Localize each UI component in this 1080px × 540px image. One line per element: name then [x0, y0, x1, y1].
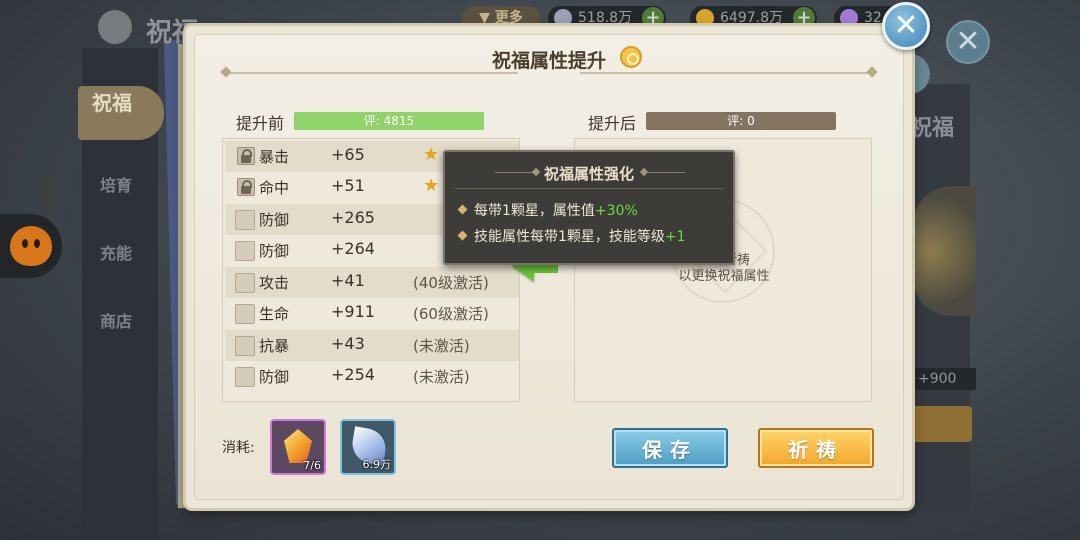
star-icon: ★: [423, 175, 440, 196]
attribute-note: (60级激活): [413, 305, 489, 323]
attribute-value: +41: [331, 271, 365, 290]
after-hint-line2: 以更换祝福属性: [678, 269, 770, 284]
crystal-icon: [284, 429, 312, 463]
attribute-name: 抗暴: [259, 337, 290, 355]
divider: [580, 72, 872, 74]
divider: [226, 72, 518, 74]
lock-checkbox[interactable]: [235, 210, 255, 230]
tooltip-item-value: +1: [664, 229, 686, 245]
before-score-bar: 评: 4815: [294, 112, 484, 130]
lock-icon[interactable]: [237, 147, 255, 165]
lock-checkbox[interactable]: [235, 304, 255, 324]
nav-item-label: 祝福: [92, 91, 132, 115]
attribute-value: +51: [331, 176, 365, 195]
after-label: 提升后: [588, 114, 637, 133]
cost-label: 消耗:: [222, 440, 255, 456]
cost-item-leaf[interactable]: 6.9万: [340, 419, 396, 475]
attribute-note: (未激活): [413, 337, 470, 355]
nav-item-cultivate[interactable]: 培育: [100, 172, 132, 196]
attribute-note: (未激活): [413, 368, 470, 386]
before-score-text: 评: 4815: [363, 114, 415, 128]
close-icon: ✕: [946, 20, 990, 64]
tooltip-ornament: [645, 172, 685, 173]
tooltip-blessing-enhance: 祝福属性强化 每带1颗星，属性值+30% 技能属性每带1颗星，技能等级+1: [443, 150, 735, 265]
resource-value: 518.8万: [578, 10, 633, 26]
attribute-row[interactable]: 攻击 +41 (40级激活): [225, 267, 519, 298]
cost-item-crystal[interactable]: 7/6: [270, 419, 326, 475]
emblem-icon: [912, 186, 976, 316]
attribute-note: (40级激活): [413, 274, 489, 292]
attribute-row[interactable]: 防御 +254 (未激活): [225, 361, 519, 392]
tooltip-item-text: 技能属性每带1颗星，技能等级: [474, 229, 665, 245]
tooltip-title: 祝福属性强化: [543, 165, 634, 183]
after-score-bar: 评: 0: [646, 112, 836, 130]
cost-count: 7/6: [303, 459, 321, 472]
before-label: 提升前: [236, 114, 285, 133]
resource-value: 32: [864, 10, 882, 26]
right-panel-title: 祝福: [910, 116, 955, 141]
pray-button[interactable]: 祈祷: [758, 428, 874, 468]
info-coin-icon[interactable]: [620, 46, 642, 68]
tree-icon: [98, 10, 132, 44]
dialog-title: 祝福属性提升: [491, 50, 606, 72]
resource-value: 6497.8万: [720, 10, 783, 26]
after-score-text: 评: 0: [727, 114, 755, 128]
right-panel-value: +900: [914, 368, 976, 390]
attribute-value: +911: [331, 302, 375, 321]
attribute-value: +264: [331, 239, 375, 258]
attribute-name: 攻击: [259, 274, 290, 292]
gold-icon: [696, 9, 714, 27]
attribute-name: 防御: [259, 242, 290, 260]
attribute-value: +43: [331, 334, 365, 353]
tooltip-divider: [455, 188, 723, 189]
bullet-icon: [457, 230, 468, 241]
more-label: 更多: [494, 10, 523, 26]
silver-icon: [554, 9, 572, 27]
save-button[interactable]: 保存: [612, 428, 728, 468]
nav-item-shop[interactable]: 商店: [100, 308, 132, 332]
attribute-value: +265: [331, 208, 375, 227]
attribute-name: 防御: [259, 211, 290, 229]
attribute-name: 防御: [259, 368, 290, 386]
tooltip-item-text: 每带1颗星，属性值: [474, 203, 595, 219]
lock-icon[interactable]: [237, 178, 255, 196]
lock-checkbox[interactable]: [235, 241, 255, 261]
background-action-button: [912, 406, 972, 442]
lock-checkbox[interactable]: [235, 273, 255, 293]
tooltip-item: 技能属性每带1颗星，技能等级+1: [457, 226, 686, 246]
nav-item-blessing[interactable]: 祝福: [78, 86, 164, 140]
attribute-row[interactable]: 抗暴 +43 (未激活): [225, 330, 519, 361]
tooltip-item-value: +30%: [594, 203, 638, 219]
attribute-name: 暴击: [259, 148, 290, 166]
lock-checkbox[interactable]: [235, 336, 255, 356]
attribute-row[interactable]: 生命 +911 (60级激活): [225, 298, 519, 329]
cost-count: 6.9万: [362, 458, 392, 471]
close-button[interactable]: ✕: [882, 2, 930, 50]
star-icon: ★: [423, 144, 440, 165]
lock-checkbox[interactable]: [235, 367, 255, 387]
nav-item-charge[interactable]: 充能: [100, 240, 132, 264]
tooltip-item: 每带1颗星，属性值+30%: [457, 200, 638, 220]
bullet-icon: [457, 204, 468, 215]
attribute-value: +65: [331, 145, 365, 164]
gem-icon: [840, 9, 858, 27]
pet-icon: [10, 226, 52, 266]
attribute-value: +254: [331, 365, 375, 384]
attribute-name: 生命: [259, 305, 290, 323]
attribute-name: 命中: [259, 179, 290, 197]
